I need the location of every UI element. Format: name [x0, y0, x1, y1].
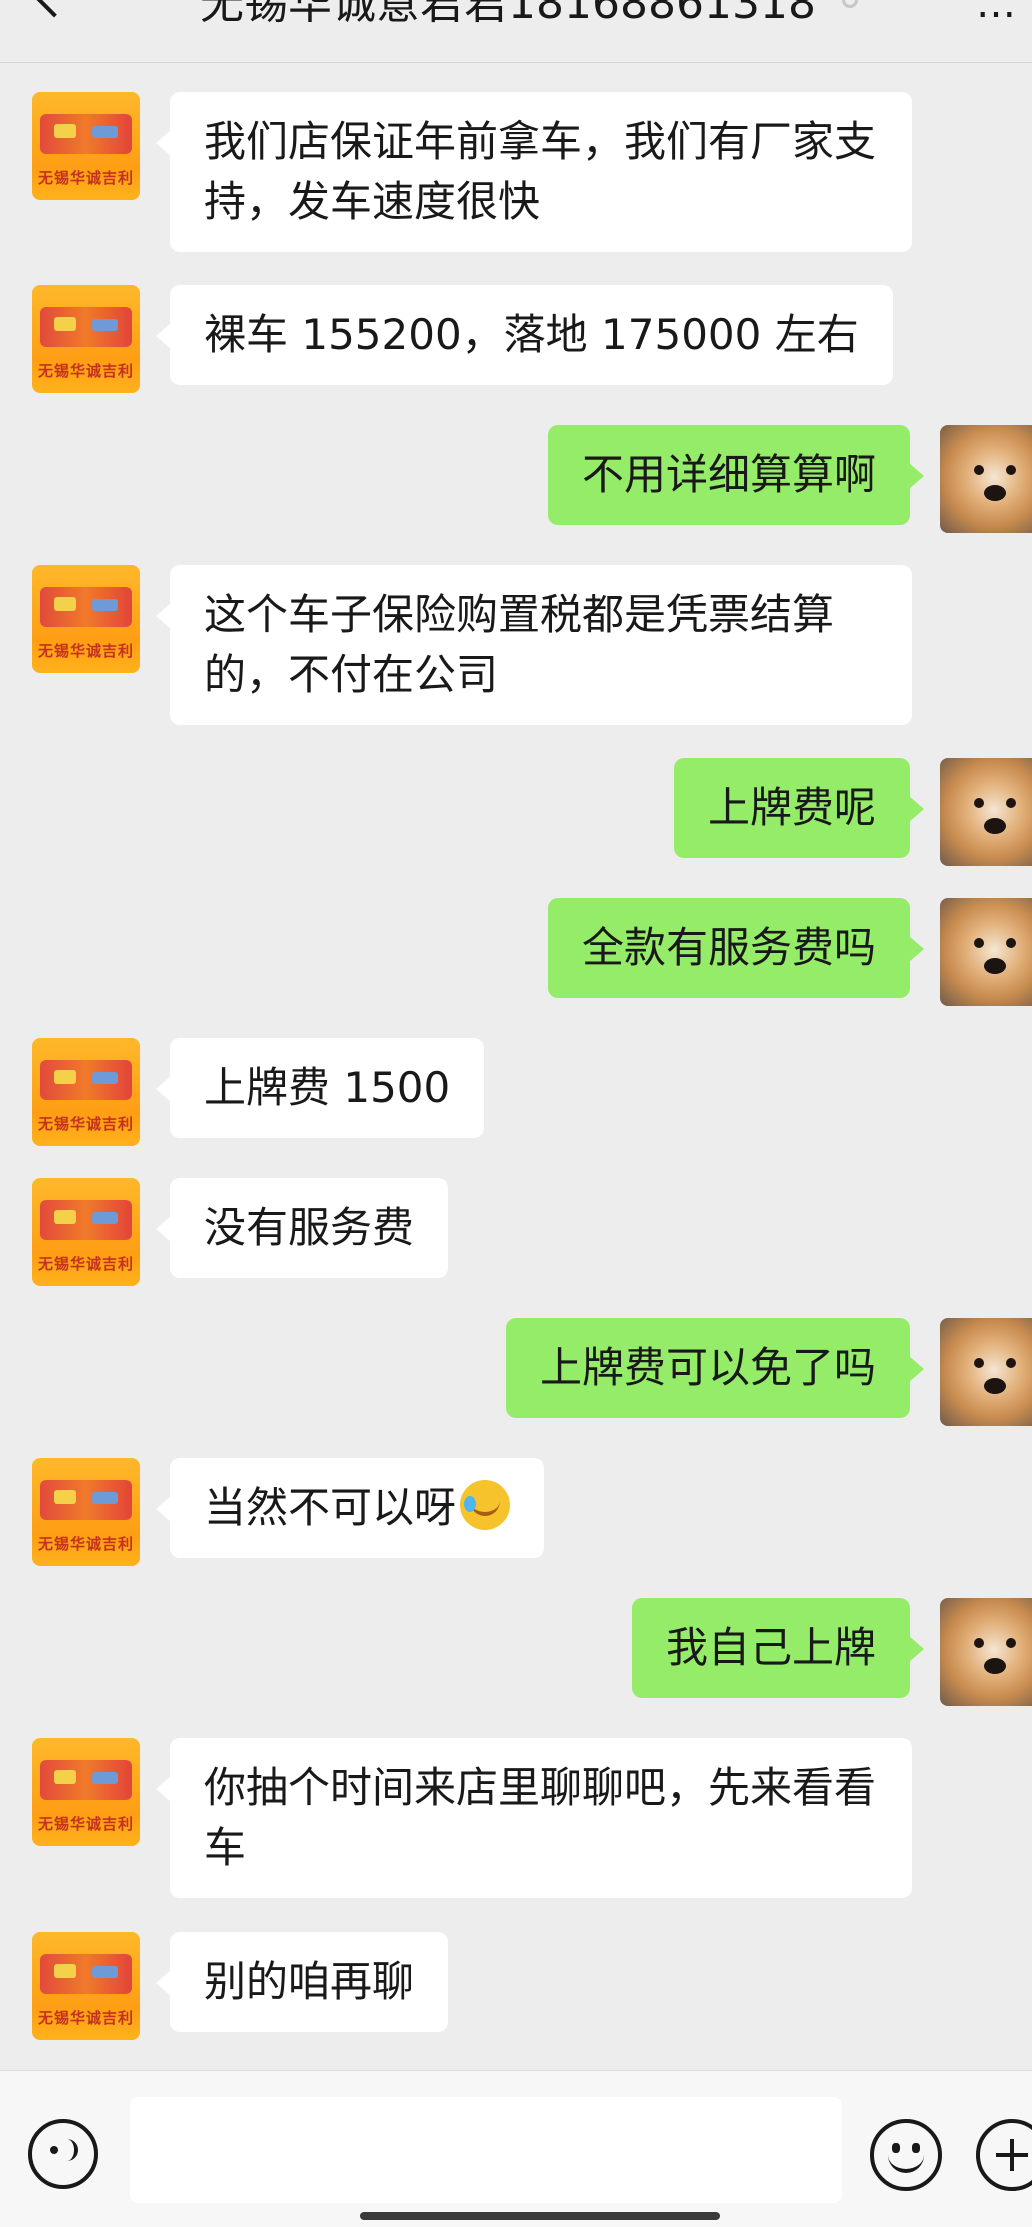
voice-icon[interactable]	[28, 2119, 98, 2189]
message-bubble-outgoing[interactable]: 全款有服务费吗	[547, 898, 925, 998]
contact-avatar[interactable]: 无锡华诚吉利	[32, 1178, 140, 1286]
message-bubble-outgoing[interactable]: 上牌费可以免了吗	[505, 1318, 925, 1418]
message-bubble-incoming[interactable]: 当然不可以呀	[155, 1458, 545, 1558]
contact-avatar[interactable]: 无锡华诚吉利	[32, 565, 140, 673]
contact-avatar[interactable]: 无锡华诚吉利	[32, 1458, 140, 1566]
mute-icon	[842, 0, 858, 8]
message-input[interactable]	[130, 2097, 842, 2203]
message-bubble-incoming[interactable]: 你抽个时间来店里聊聊吧，先来看看车	[156, 1738, 912, 1898]
message-bubble-incoming[interactable]: 裸车 155200，落地 175000 左右	[156, 285, 893, 385]
add-icon[interactable]	[976, 2119, 1032, 2191]
user-avatar[interactable]	[940, 898, 1032, 1006]
facepalm-laughing-emoji-icon	[460, 1480, 511, 1530]
input-bar	[0, 2070, 1032, 2227]
contact-avatar[interactable]: 无锡华诚吉利	[32, 1738, 140, 1846]
message-bubble-outgoing[interactable]: 不用详细算算啊	[547, 425, 925, 525]
message-bubble-outgoing[interactable]: 上牌费呢	[673, 758, 925, 858]
chat-header: 无锡华诚意君君18168861318 …	[0, 0, 1032, 63]
home-indicator[interactable]	[360, 2212, 720, 2220]
emoji-icon[interactable]	[870, 2119, 942, 2191]
contact-avatar[interactable]: 无锡华诚吉利	[32, 1932, 140, 2040]
message-bubble-incoming[interactable]: 上牌费 1500	[155, 1038, 485, 1138]
back-icon[interactable]	[28, 0, 80, 18]
user-avatar[interactable]	[940, 425, 1032, 533]
contact-avatar[interactable]: 无锡华诚吉利	[32, 92, 140, 200]
user-avatar[interactable]	[940, 758, 1032, 866]
user-avatar[interactable]	[940, 1598, 1032, 1706]
contact-avatar[interactable]: 无锡华诚吉利	[32, 285, 140, 393]
user-avatar[interactable]	[940, 1318, 1032, 1426]
message-text: 当然不可以呀	[204, 1483, 457, 1532]
contact-avatar[interactable]: 无锡华诚吉利	[32, 1038, 140, 1146]
message-bubble-incoming[interactable]: 别的咱再聊	[155, 1932, 449, 2032]
message-bubble-outgoing[interactable]: 我自己上牌	[631, 1598, 925, 1698]
more-icon[interactable]: …	[976, 0, 1018, 24]
message-bubble-incoming[interactable]: 没有服务费	[155, 1178, 449, 1278]
message-bubble-incoming[interactable]: 我们店保证年前拿车，我们有厂家支持，发车速度很快	[156, 92, 912, 252]
chat-title: 无锡华诚意君君18168861318	[200, 0, 816, 29]
message-bubble-incoming[interactable]: 这个车子保险购置税都是凭票结算的，不付在公司	[156, 565, 912, 725]
